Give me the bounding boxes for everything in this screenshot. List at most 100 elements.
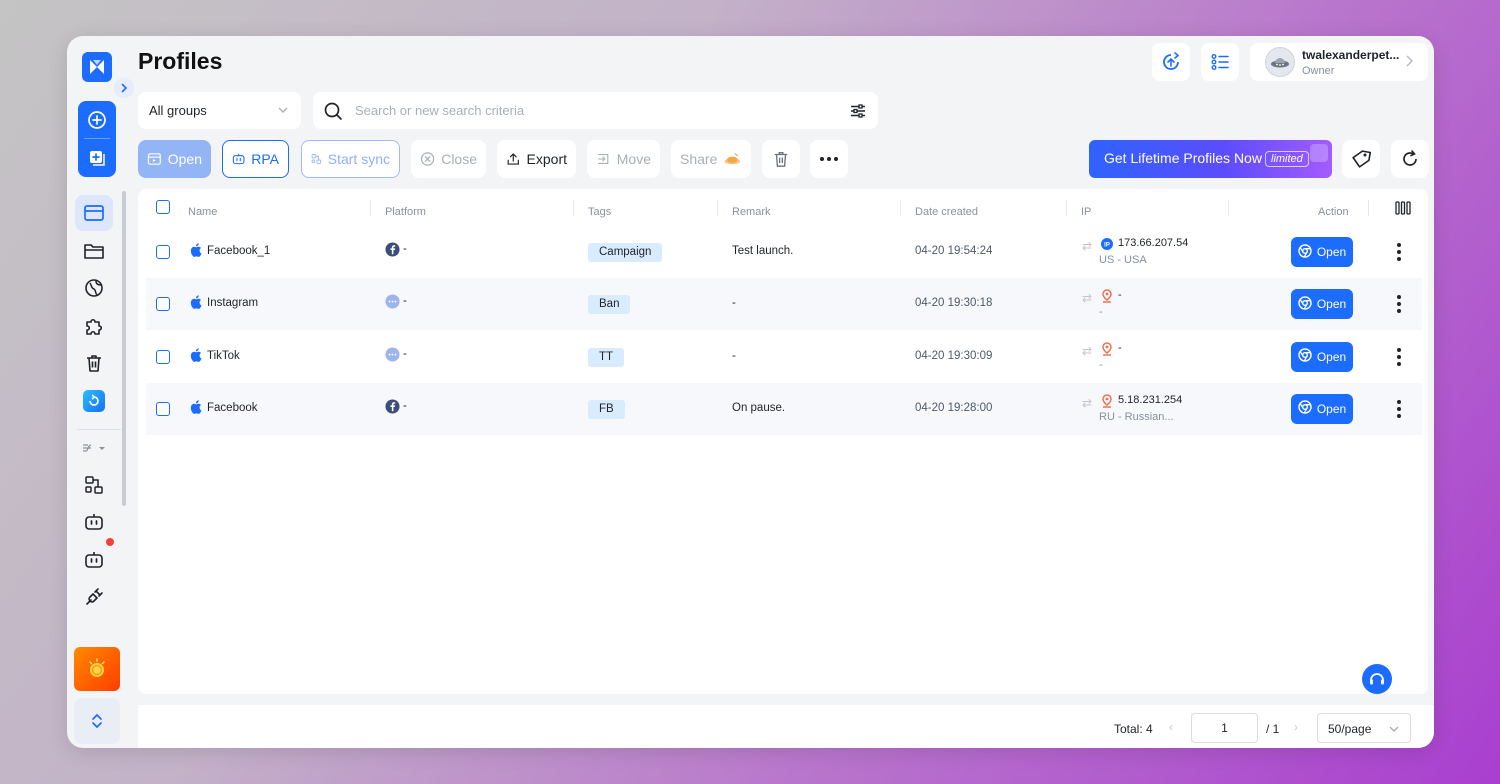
open-button[interactable]: Open — [138, 140, 211, 178]
app-logo — [82, 52, 112, 82]
column-header-platform[interactable]: Platform — [385, 206, 426, 218]
apple-icon — [190, 243, 202, 262]
tag-badge[interactable]: FB — [588, 399, 625, 419]
row-checkbox[interactable] — [156, 245, 170, 259]
move-button[interactable]: Move — [587, 140, 660, 178]
swap-icon[interactable]: ⇄ — [1082, 396, 1092, 410]
start-sync-button[interactable]: Start sync — [301, 140, 400, 178]
close-button[interactable]: Close — [411, 140, 486, 178]
batch-create-button[interactable] — [78, 139, 116, 177]
open-profile-button[interactable]: Open — [1291, 289, 1353, 320]
remark-text: On pause. — [732, 401, 786, 414]
open-profile-button[interactable]: Open — [1291, 237, 1353, 267]
row-checkbox[interactable] — [156, 401, 170, 416]
more-circle-icon — [385, 347, 400, 367]
prev-page-button[interactable]: ‹ — [1169, 720, 1173, 734]
sidebar-item-groups[interactable] — [75, 233, 113, 269]
puzzle-icon — [86, 318, 103, 335]
profile-name[interactable]: Facebook — [207, 402, 258, 414]
column-header-remark[interactable]: Remark — [732, 206, 771, 218]
tag-manager-button[interactable] — [1342, 140, 1380, 178]
column-header-name[interactable]: Name — [188, 206, 217, 218]
profile-name[interactable]: Facebook_1 — [207, 245, 270, 257]
row-more-button[interactable] — [1396, 399, 1402, 418]
select-all-checkbox[interactable] — [156, 200, 170, 214]
new-profile-button[interactable] — [78, 101, 116, 139]
total-count: Total: 4 — [1114, 722, 1153, 736]
sidebar-item-rpa[interactable] — [75, 504, 113, 540]
rpa-button[interactable]: RPA — [222, 140, 289, 178]
sidebar-scrollbar[interactable] — [122, 191, 126, 506]
search-box[interactable] — [313, 92, 878, 129]
profile-name[interactable]: TikTok — [207, 350, 240, 362]
tag-badge[interactable]: TT — [588, 347, 625, 367]
list-icon — [1211, 54, 1229, 70]
sidebar-item-extensions[interactable] — [75, 308, 113, 344]
pagination-bar: Total: 4 ‹ 1 / 1 › 50/page — [138, 705, 1434, 748]
sidebar-section-automation[interactable] — [75, 433, 113, 463]
tag-badge[interactable]: Campaign — [588, 243, 663, 262]
page-number-input[interactable]: 1 — [1191, 713, 1258, 743]
support-button[interactable] — [1362, 664, 1392, 694]
column-header-tags[interactable]: Tags — [588, 206, 611, 218]
row-checkbox[interactable] — [156, 349, 170, 364]
swap-icon[interactable]: ⇄ — [1082, 291, 1092, 305]
row-checkbox[interactable] — [156, 297, 170, 312]
refresh-button[interactable] — [1391, 140, 1429, 178]
expand-sidebar-button[interactable] — [114, 78, 134, 98]
platform-value: - — [403, 295, 407, 308]
sidebar-item-sync-flow[interactable] — [75, 467, 113, 503]
open-profile-button[interactable]: Open — [1291, 393, 1353, 424]
tag-badge[interactable]: Ban — [588, 295, 631, 315]
row-more-button[interactable] — [1396, 295, 1402, 314]
sidebar-item-trash[interactable] — [75, 345, 113, 381]
delete-button[interactable] — [762, 140, 800, 178]
column-header-ip[interactable]: IP — [1081, 206, 1091, 218]
task-list-button[interactable] — [1201, 43, 1239, 81]
lifetime-offer-banner[interactable]: Get Lifetime Profiles Now limited — [1089, 140, 1332, 178]
sidebar-item-proxies[interactable] — [75, 270, 113, 306]
remark-text: - — [732, 349, 736, 362]
open-profile-label: Open — [1316, 349, 1347, 364]
sidebar-toggle-button[interactable] — [74, 698, 120, 744]
table-row[interactable]: Facebook_1 - Campaign Test launch. 04-20 19:… — [146, 226, 1422, 278]
page-count: / 1 — [1266, 722, 1280, 736]
column-header-date-created[interactable]: Date created — [915, 206, 978, 218]
promo-tile[interactable] — [74, 647, 120, 691]
refresh-icon — [1403, 150, 1417, 166]
date-created: 04-20 19:30:09 — [915, 349, 993, 362]
column-header-action: Action — [1318, 206, 1349, 218]
group-select[interactable]: All groups — [138, 92, 301, 129]
swap-icon[interactable]: ⇄ — [1082, 239, 1092, 253]
move-icon — [598, 154, 609, 164]
table-row[interactable]: Instagram - Ban -04-20 19:30:18 ⇄ - - Open — [146, 278, 1422, 331]
swap-icon[interactable]: ⇄ — [1082, 344, 1092, 358]
ip-badge-icon: IP — [1101, 237, 1113, 255]
search-input[interactable] — [355, 100, 825, 121]
plus-square-icon — [90, 151, 105, 166]
open-profile-label: Open — [1316, 245, 1347, 259]
sidebar-item-rpa-tasks[interactable] — [75, 542, 113, 578]
filter-sliders-icon[interactable] — [850, 103, 866, 119]
table-row[interactable]: Facebook - FB On pause. 04-20 19:28:00 ⇄ 5.18.… — [146, 382, 1422, 435]
row-more-button[interactable] — [1396, 347, 1402, 366]
rpa-button-label: RPA — [251, 151, 279, 167]
user-menu[interactable]: twalexanderpet... Owner — [1250, 43, 1428, 81]
next-page-button[interactable]: › — [1294, 720, 1298, 734]
table-row[interactable]: TikTok - TT -04-20 19:30:09 ⇄ - - Open — [146, 331, 1422, 383]
profile-name[interactable]: Instagram — [207, 297, 258, 309]
sync-status-button[interactable] — [1152, 43, 1190, 81]
share-button[interactable]: Share — [671, 140, 751, 178]
row-more-button[interactable] — [1396, 243, 1402, 261]
sidebar-item-sync[interactable] — [75, 383, 113, 419]
column-settings-icon[interactable] — [1395, 201, 1411, 215]
sidebar-item-profiles[interactable] — [75, 195, 113, 231]
open-profile-button[interactable]: Open — [1291, 341, 1353, 372]
sidebar-item-api[interactable] — [75, 579, 113, 615]
remark-text: - — [732, 297, 736, 310]
sync-flow-icon — [311, 154, 322, 164]
page-size-select[interactable]: 50/page — [1317, 713, 1411, 743]
ip-location: - — [1099, 306, 1103, 319]
more-actions-button[interactable] — [810, 140, 848, 178]
export-button[interactable]: Export — [497, 140, 576, 178]
